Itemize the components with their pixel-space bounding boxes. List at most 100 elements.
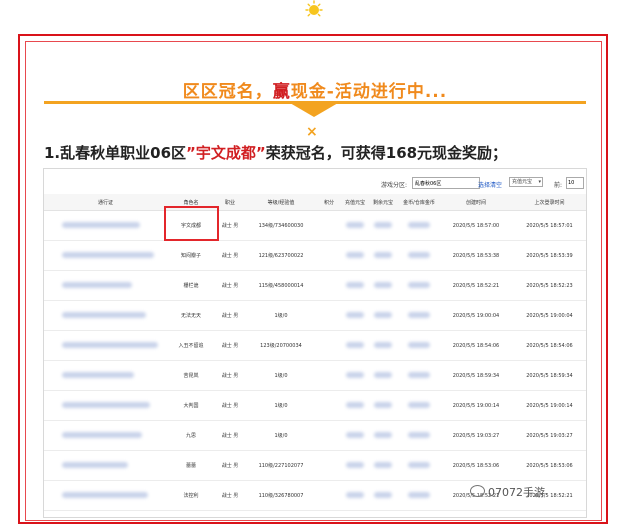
job-cell: 战士 男: [215, 450, 245, 481]
table-row[interactable]: 无法无天 战士 男 1级/0 2020/5/5 19:00:04 2020/5/5 19…: [44, 300, 586, 331]
created-time: 2020/5/5 18:53:06: [441, 450, 511, 481]
table-row[interactable]: 苦昆岚 战士 男 1级/0 2020/5/5 18:59:34 2020/5/5 18:…: [44, 360, 586, 391]
last-login-time: 2020/5/5 18:57:01: [511, 210, 586, 241]
job-cell: 战士 男: [215, 210, 245, 241]
table-cell: [397, 390, 441, 421]
last-login-time: 2020/5/5 19:00:14: [511, 390, 586, 421]
redacted-value: [374, 461, 392, 468]
redacted-value: [346, 371, 364, 378]
table-cell: [317, 420, 341, 451]
gender-mark: 男: [233, 313, 239, 319]
level-exp: 1级/0: [245, 390, 317, 421]
select-server-link[interactable]: 选择: [478, 180, 490, 189]
redacted-value: [408, 461, 430, 468]
table-cell: [341, 390, 369, 421]
redacted-value: [408, 311, 430, 318]
gender-mark: 男: [233, 223, 239, 229]
gender-mark: 男: [233, 403, 239, 409]
created-time: 2020/5/5 19:00:14: [441, 390, 511, 421]
table-row[interactable]: 知闷瓣子 战士 男 121级/623700022 2020/5/5 18:53:38 2…: [44, 240, 586, 271]
role-name: 知闷瓣子: [167, 240, 215, 271]
column-header: 创建时间: [441, 194, 511, 211]
table-cell: [317, 360, 341, 391]
redacted-value: [374, 281, 392, 288]
level-exp: 1级/0: [245, 420, 317, 451]
job-name: 战士: [221, 493, 232, 499]
table-row[interactable]: 栅栏诡 战士 男 115级/458000014 2020/5/5 18:52:21 20…: [44, 270, 586, 301]
redacted-value: [374, 341, 392, 348]
redacted-value: [346, 341, 364, 348]
table-cell: [44, 240, 167, 271]
gender-mark: 男: [233, 373, 239, 379]
job-name: 战士: [221, 223, 232, 229]
job-cell: 战士 男: [215, 420, 245, 451]
award-prefix: 1.乱春秋单职业06区: [44, 144, 187, 162]
column-header: 金币/仓库金币: [397, 194, 441, 211]
table-cell: [44, 270, 167, 301]
table-cell: [341, 360, 369, 391]
redacted-value: [374, 311, 392, 318]
redacted-value: [346, 221, 364, 228]
redacted-value: [346, 491, 364, 498]
award-suffix: 荣获冠名，可获得168元现金奖励；: [265, 144, 508, 162]
last-login-time: 2020/5/5 18:53:39: [511, 240, 586, 271]
job-name: 战士: [221, 373, 232, 379]
table-cell: [397, 330, 441, 361]
created-time: 2020/5/5 18:57:00: [441, 210, 511, 241]
redacted-account: [62, 461, 128, 468]
column-header: 剩余元宝: [369, 194, 397, 211]
redacted-value: [346, 311, 364, 318]
table-cell: [397, 300, 441, 331]
award-announcement: 1.乱春秋单职业06区”宇文成都”荣获冠名，可获得168元现金奖励；: [44, 142, 507, 163]
redacted-value: [346, 461, 364, 468]
table-cell: [397, 360, 441, 391]
redacted-value: [374, 401, 392, 408]
table-cell: [369, 450, 397, 481]
table-cell: [44, 360, 167, 391]
clear-server-link[interactable]: 清空: [490, 180, 502, 189]
table-cell: [369, 210, 397, 241]
sort-select[interactable]: 充值元宝 ▾: [509, 177, 543, 187]
level-exp: 115级/458000014: [245, 270, 317, 301]
redacted-account: [62, 341, 158, 348]
gender-mark: 男: [233, 343, 239, 349]
server-input[interactable]: [412, 177, 480, 189]
award-quote-close: ”: [255, 144, 266, 162]
job-name: 战士: [221, 433, 232, 439]
column-header: 职业: [215, 194, 245, 211]
table-cell: [317, 210, 341, 241]
table-cell: [369, 420, 397, 451]
redacted-account: [62, 251, 154, 258]
job-cell: 战士 男: [215, 360, 245, 391]
table-cell: [44, 300, 167, 331]
redacted-value: [374, 431, 392, 438]
table-row[interactable]: 九思 战士 男 1级/0 2020/5/5 19:03:27 2020/5/5 19:0…: [44, 420, 586, 451]
count-input[interactable]: [566, 177, 584, 189]
table-cell: [369, 360, 397, 391]
role-name: 入丑不留追: [167, 330, 215, 361]
redacted-value: [408, 281, 430, 288]
table-row[interactable]: 蕾蕾 战士 男 110级/227102077 2020/5/5 18:53:06 202…: [44, 450, 586, 481]
redacted-value: [374, 221, 392, 228]
level-exp: 110级/227102077: [245, 450, 317, 481]
table-row[interactable]: 宇文成都 战士 男 134级/734600030 2020/5/5 18:57:00 2…: [44, 210, 586, 241]
role-name: 苦昆岚: [167, 360, 215, 391]
table-cell: [44, 450, 167, 481]
redacted-value: [374, 371, 392, 378]
redacted-value: [408, 371, 430, 378]
table-row[interactable]: 大判国 战士 男 1级/0 2020/5/5 19:00:14 2020/5/5 19:…: [44, 390, 586, 421]
table-cell: [317, 300, 341, 331]
sort-select-value: 充值元宝: [512, 179, 533, 185]
last-login-time: 2020/5/5 18:59:34: [511, 360, 586, 391]
column-header: 上次登录时间: [511, 194, 586, 211]
table-cell: [341, 330, 369, 361]
table-cell: [317, 330, 341, 361]
redacted-account: [62, 491, 148, 498]
redacted-value: [346, 281, 364, 288]
redacted-value: [408, 341, 430, 348]
table-cell: [317, 270, 341, 301]
created-time: 2020/5/5 18:59:34: [441, 360, 511, 391]
ranking-table: 通行证 角色名 职业 等级/经验值 积分 充值元宝 剩余元宝 金币/仓库金币 创建时间 上次登录时…: [44, 194, 586, 511]
wechat-icon: [470, 485, 485, 497]
table-row[interactable]: 入丑不留追 战士 男 123级/20700034 2020/5/5 18:54:06 2…: [44, 330, 586, 361]
